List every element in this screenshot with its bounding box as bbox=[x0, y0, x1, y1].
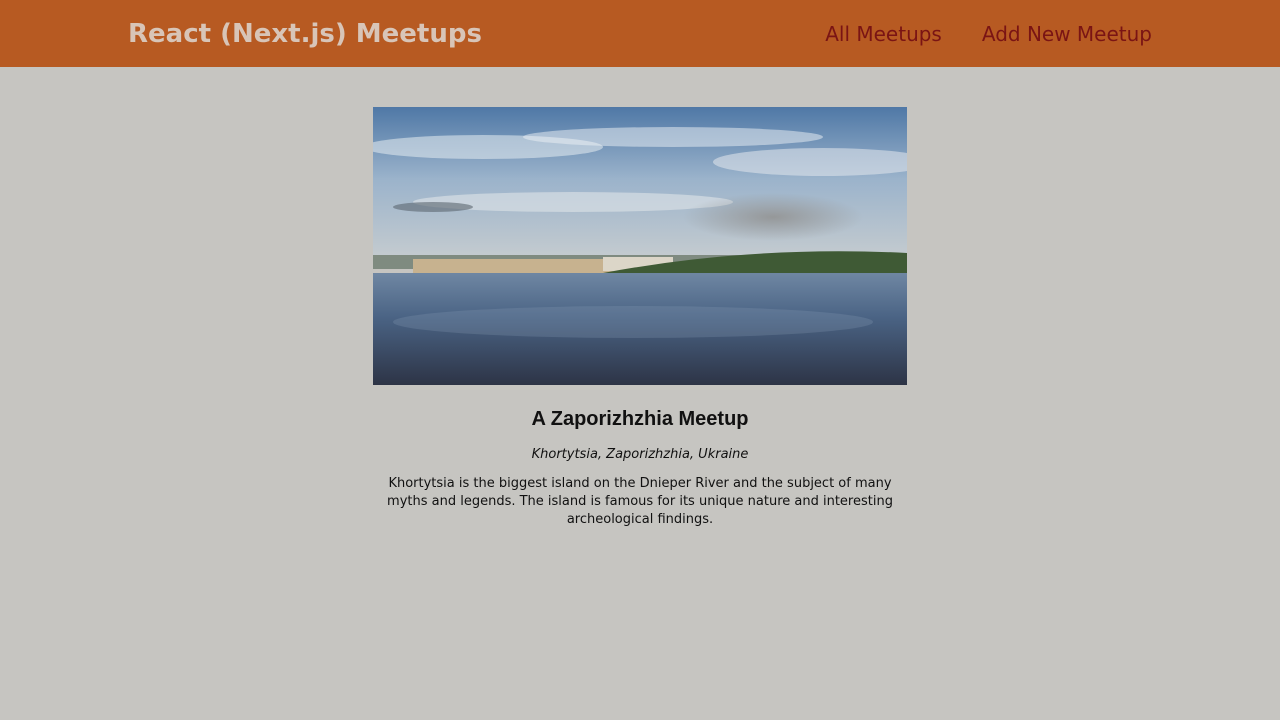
meetup-address: Khortytsia, Zaporizhzhia, Ukraine bbox=[531, 447, 749, 462]
nav-link-add-new-meetup[interactable]: Add New Meetup bbox=[982, 20, 1152, 48]
main-nav: All Meetups Add New Meetup bbox=[825, 20, 1152, 48]
meetup-description: Khortytsia is the biggest island on the … bbox=[387, 476, 893, 527]
nav-link-all-meetups[interactable]: All Meetups bbox=[825, 20, 942, 48]
main-header: React (Next.js) Meetups All Meetups Add … bbox=[0, 0, 1280, 67]
meetup-title: A Zaporizhzhia Meetup bbox=[531, 408, 749, 430]
meetup-image bbox=[373, 107, 907, 385]
site-logo[interactable]: React (Next.js) Meetups bbox=[128, 16, 482, 52]
meetup-detail: A Zaporizhzhia Meetup Khortytsia, Zapori… bbox=[373, 107, 907, 529]
